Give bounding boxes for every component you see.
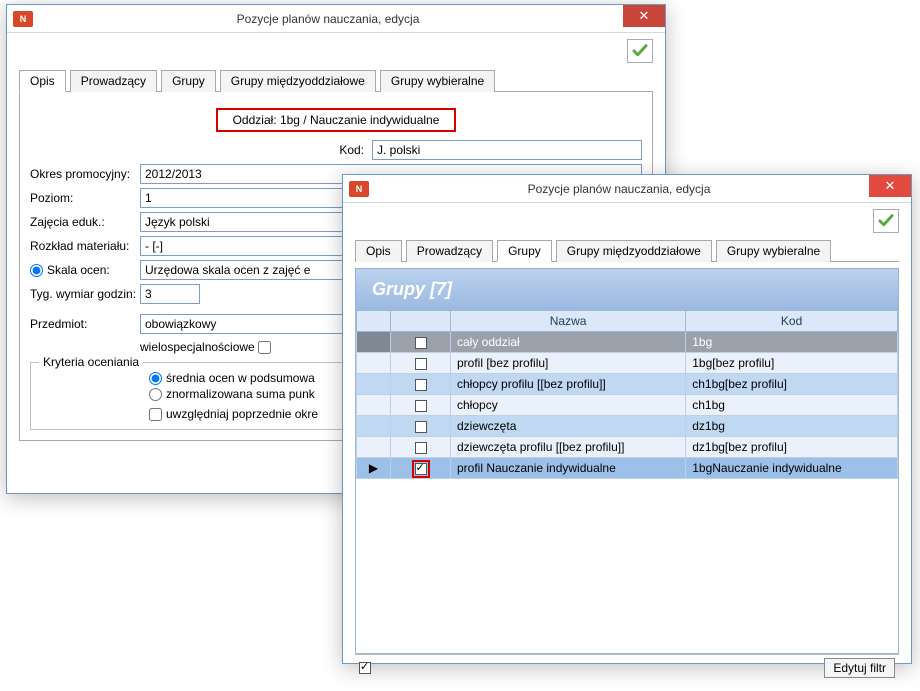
footer-check[interactable]: [359, 662, 371, 674]
kryteria-legend: Kryteria oceniania: [39, 355, 143, 369]
wielosp-label: wielospecjalnościowe: [140, 340, 255, 354]
tab-bar: Opis Prowadzący Grupy Grupy międzyoddzia…: [19, 69, 653, 92]
footer-bar: Edytuj filtr: [355, 654, 899, 681]
group-banner: Grupy [7]: [355, 268, 899, 310]
skala-label: Skala ocen:: [47, 263, 110, 277]
tab2-opis[interactable]: Opis: [355, 240, 402, 262]
rozklad-label: Rozkład materiału:: [30, 239, 140, 253]
cell-kod: dz1bg[bez profilu]: [686, 437, 898, 458]
cell-nazwa: dziewczęta: [451, 416, 686, 437]
col-nazwa[interactable]: Nazwa: [451, 311, 686, 332]
table-row[interactable]: chłopcy profilu [[bez profilu]]ch1bg[bez…: [357, 374, 898, 395]
uwzgl-label: uwzględniaj poprzednie okre: [166, 407, 318, 421]
wielosp-check[interactable]: wielospecjalnościowe: [140, 340, 275, 354]
cell-nazwa: dziewczęta profilu [[bez profilu]]: [451, 437, 686, 458]
row-checkbox[interactable]: [415, 358, 427, 370]
tab-grupy-miedzy[interactable]: Grupy międzyoddziałowe: [220, 70, 376, 92]
row-checkbox[interactable]: [415, 463, 427, 475]
title-bar-2[interactable]: N Pozycje planów nauczania, edycja ✕: [343, 175, 911, 203]
table-row[interactable]: profil [bez profilu]1bg[bez profilu]: [357, 353, 898, 374]
znorm-label: znormalizowana suma punk: [166, 387, 315, 401]
tab2-grupy-miedzy[interactable]: Grupy międzyoddziałowe: [556, 240, 712, 262]
cell-nazwa: chłopcy: [451, 395, 686, 416]
row-checkbox[interactable]: [415, 421, 427, 433]
close-button-2[interactable]: ✕: [869, 175, 911, 197]
cell-nazwa: profil Nauczanie indywidualne: [451, 458, 686, 479]
oddzial-highlight: Oddział: 1bg / Nauczanie indywidualne: [216, 108, 456, 132]
kod-input[interactable]: [372, 140, 642, 160]
table-row[interactable]: chłopcych1bg: [357, 395, 898, 416]
close-button[interactable]: ✕: [623, 5, 665, 27]
tab2-grupy-wyb[interactable]: Grupy wybieralne: [716, 240, 831, 262]
window-front: N Pozycje planów nauczania, edycja ✕ Opi…: [342, 174, 912, 664]
cell-nazwa: chłopcy profilu [[bez profilu]]: [451, 374, 686, 395]
cell-kod: dz1bg: [686, 416, 898, 437]
przedmiot-label: Przedmiot:: [30, 317, 140, 331]
cell-kod: ch1bg[bez profilu]: [686, 374, 898, 395]
zajecia-label: Zajęcia eduk.:: [30, 215, 140, 229]
row-checkbox[interactable]: [415, 442, 427, 454]
edit-filter-button[interactable]: Edytuj filtr: [824, 658, 895, 678]
app-icon: N: [13, 11, 33, 27]
window-title: Pozycje planów nauczania, edycja: [33, 12, 623, 26]
tyg-input[interactable]: [140, 284, 200, 304]
table-row[interactable]: ▶profil Nauczanie indywidualne1bgNauczan…: [357, 458, 898, 479]
window-body-2: Opis Prowadzący Grupy Grupy międzyoddzia…: [343, 203, 911, 691]
cell-kod: 1bgNauczanie indywidualne: [686, 458, 898, 479]
srednia-label: średnia ocen w podsumowa: [166, 371, 315, 385]
okres-label: Okres promocyjny:: [30, 167, 140, 181]
title-bar[interactable]: N Pozycje planów nauczania, edycja ✕: [7, 5, 665, 33]
col-kod[interactable]: Kod: [686, 311, 898, 332]
row-checkbox[interactable]: [415, 337, 427, 349]
cell-nazwa: cały oddział: [451, 332, 686, 353]
grid-wrap: Nazwa Kod cały oddział1bgprofil [bez pro…: [355, 310, 899, 654]
app-icon: N: [349, 181, 369, 197]
cell-kod: 1bg[bez profilu]: [686, 353, 898, 374]
groups-table[interactable]: Nazwa Kod cały oddział1bgprofil [bez pro…: [356, 310, 898, 479]
tab-prowadzacy[interactable]: Prowadzący: [70, 70, 157, 92]
confirm-icon[interactable]: [627, 39, 653, 63]
tab-bar-2: Opis Prowadzący Grupy Grupy międzyoddzia…: [355, 239, 899, 262]
poziom-label: Poziom:: [30, 191, 140, 205]
window-title-2: Pozycje planów nauczania, edycja: [369, 182, 869, 196]
kod-label: Kod:: [30, 143, 372, 157]
tab-grupy-wyb[interactable]: Grupy wybieralne: [380, 70, 495, 92]
confirm-icon-2[interactable]: [873, 209, 899, 233]
tab-grupy[interactable]: Grupy: [161, 70, 216, 92]
table-row[interactable]: dziewczęta profilu [[bez profilu]]dz1bg[…: [357, 437, 898, 458]
table-row[interactable]: cały oddział1bg: [357, 332, 898, 353]
tab2-grupy[interactable]: Grupy: [497, 240, 552, 262]
skala-radio[interactable]: Skala ocen:: [30, 263, 140, 277]
row-checkbox[interactable]: [415, 400, 427, 412]
tab-opis[interactable]: Opis: [19, 70, 66, 92]
cell-nazwa: profil [bez profilu]: [451, 353, 686, 374]
cell-kod: ch1bg: [686, 395, 898, 416]
table-row[interactable]: dziewczętadz1bg: [357, 416, 898, 437]
cell-kod: 1bg: [686, 332, 898, 353]
row-checkbox[interactable]: [415, 379, 427, 391]
tab2-prowadzacy[interactable]: Prowadzący: [406, 240, 493, 262]
tyg-label: Tyg. wymiar godzin:: [30, 287, 140, 301]
